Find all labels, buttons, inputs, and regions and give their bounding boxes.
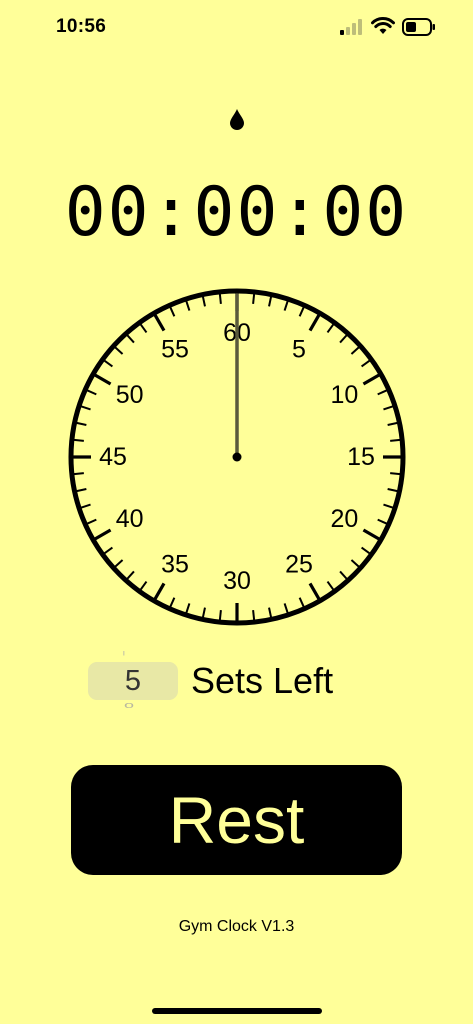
dial-label: 10	[330, 381, 358, 409]
dial-label: 30	[223, 567, 251, 595]
rest-button[interactable]: Rest	[71, 765, 402, 875]
status-time: 10:56	[56, 16, 107, 37]
dial-label: 55	[161, 336, 189, 364]
dial-minor-tick	[390, 472, 401, 476]
stopwatch-dial: 60510152025303540455055	[68, 288, 406, 626]
elapsed-time-display: 00:00:00	[64, 173, 409, 252]
cellular-signal-icon	[340, 19, 362, 35]
dial-label: 25	[285, 550, 313, 578]
dial-label: 40	[116, 505, 144, 533]
picker-ghost-above: |	[122, 650, 126, 656]
hand-pivot	[232, 452, 242, 462]
dial-minor-tick	[252, 610, 256, 621]
wifi-icon	[371, 17, 395, 34]
dial-label: 5	[292, 336, 306, 364]
dial-label: 15	[347, 443, 375, 471]
home-indicator[interactable]	[152, 1008, 322, 1014]
status-bar: 10:56	[0, 0, 473, 56]
dial-minor-tick	[73, 472, 84, 476]
sets-left-label: Sets Left	[191, 660, 334, 701]
dial-minor-tick	[218, 610, 222, 621]
dial-label: 50	[116, 381, 144, 409]
dial-minor-tick	[390, 438, 401, 442]
dial-label: 35	[161, 550, 189, 578]
picker-ghost-below: o	[124, 700, 135, 710]
dial-label: 20	[330, 505, 358, 533]
sets-row: | 5 o Sets Left	[0, 648, 473, 718]
app-version-label: Gym Clock V1.3	[178, 918, 295, 935]
sets-picker-value: 5	[124, 665, 142, 697]
dial-minor-tick	[218, 293, 222, 304]
sets-picker[interactable]: 5	[88, 662, 178, 700]
battery-icon	[402, 18, 435, 36]
dial-label: 45	[99, 443, 127, 471]
dial-minor-tick	[73, 438, 84, 442]
dial-minor-tick	[252, 293, 256, 304]
water-drop-icon	[230, 109, 244, 130]
